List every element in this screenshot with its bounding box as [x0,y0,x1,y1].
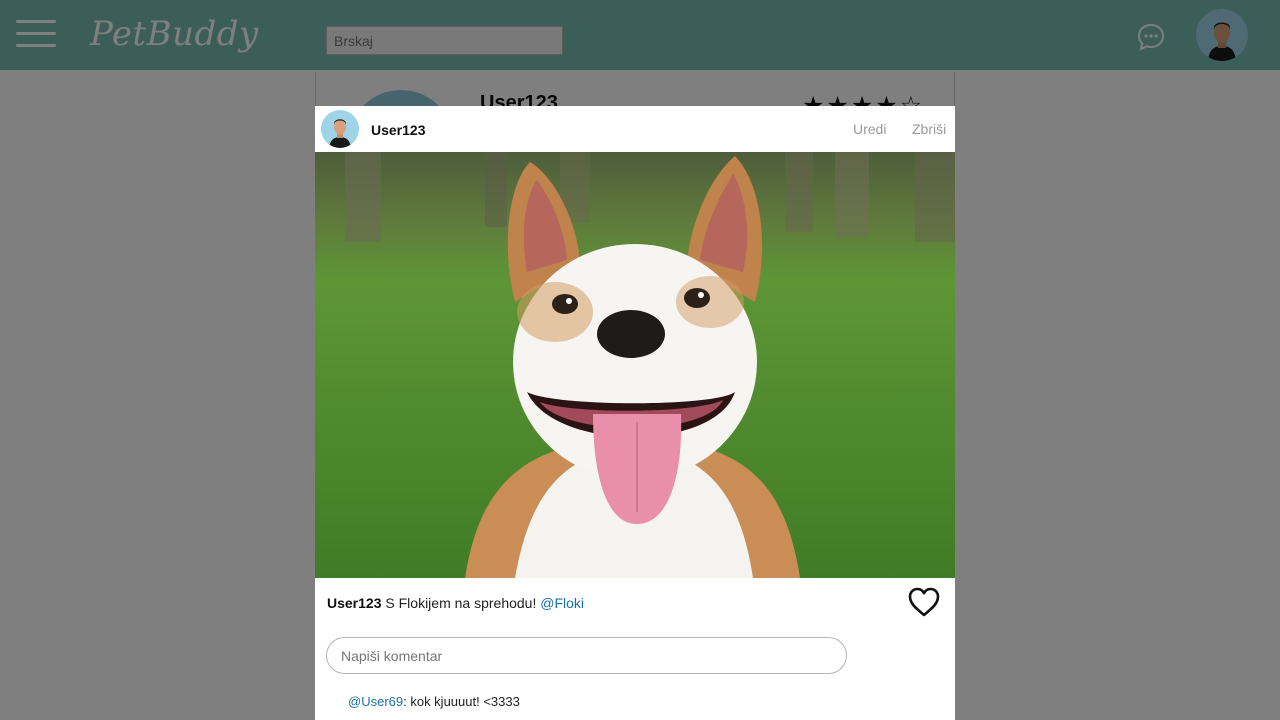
comment-author[interactable]: @User69 [348,694,403,709]
caption-text: S Flokijem na sprehodu! [385,595,537,611]
post-author-name[interactable]: User123 [371,122,426,138]
caption-author[interactable]: User123 [327,595,382,611]
post-author-avatar[interactable] [321,110,359,148]
caption-pet-tag[interactable]: @Floki [540,595,584,611]
comment-item: @User69: kok kjuuuut! <3333 [348,694,520,709]
post-header: User123 Uredi Zbriši [315,106,955,152]
comment-input[interactable] [326,637,847,674]
like-heart-icon[interactable] [907,586,941,618]
edit-post-button[interactable]: Uredi [853,121,886,137]
comment-text: : kok kjuuuut! <3333 [403,694,520,709]
post-modal: User123 Uredi Zbriši User123 S Flokijem … [315,106,955,720]
post-caption: User123 S Flokijem na sprehodu! @Floki [327,595,584,611]
post-photo [315,152,955,578]
delete-post-button[interactable]: Zbriši [912,121,946,137]
